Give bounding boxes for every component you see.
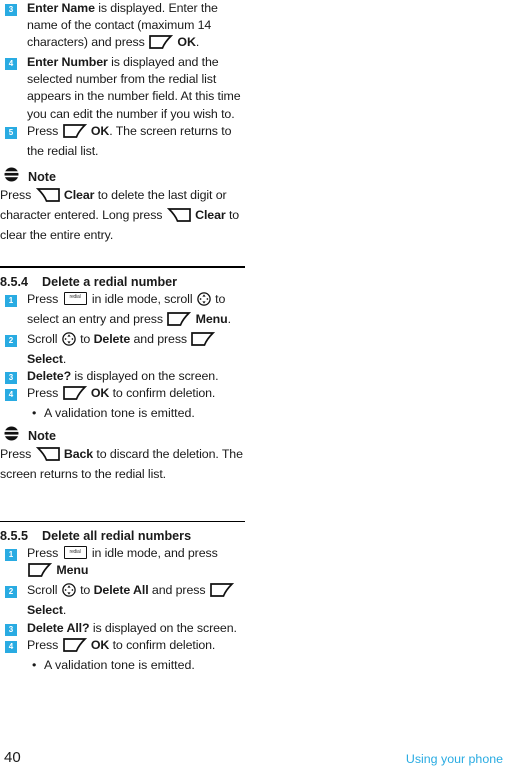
left-softkey-icon (28, 563, 53, 582)
section-855-steps: 1 Press redial in idle mode, and press Me… (0, 545, 248, 657)
redial-key-icon: redial (63, 546, 87, 560)
note-header: Note (4, 167, 248, 187)
left-softkey-icon (62, 123, 87, 143)
section-number: 8.5.4 (0, 274, 29, 289)
section-title: Delete a redial number (42, 274, 178, 289)
section-8-5-4: 8.5.4 Delete a redial number 1 Press redi… (0, 266, 248, 422)
step-text: Press OK. The screen returns to the redi… (27, 123, 232, 158)
step-number-badge: 3 (5, 623, 17, 636)
right-softkey-icon (35, 187, 60, 207)
scroll-navigation-icon (197, 291, 211, 311)
step-item: 3 Delete? is displayed on the screen. (0, 368, 248, 385)
step-text: Enter Number is displayed and the select… (27, 55, 241, 121)
right-softkey-icon (35, 447, 60, 466)
scroll-navigation-icon (61, 583, 76, 602)
section-heading: 8.5.5 Delete all redial numbers (0, 529, 248, 543)
redial-key-icon: redial (63, 291, 87, 305)
section-title: Delete all redial numbers (42, 529, 192, 544)
step-text: Scroll to Delete All and press Select. (27, 582, 241, 619)
step-number-badge: 2 (5, 334, 17, 347)
step-number-badge: 2 (5, 586, 17, 599)
step-text: Scroll to Delete and press Select. (27, 331, 241, 368)
content-column: 3 Enter Name is displayed. Enter the name… (0, 0, 248, 674)
scroll-navigation-icon (61, 332, 76, 351)
section-divider (0, 266, 245, 268)
step-item: 3 Enter Name is displayed. Enter the name… (0, 0, 248, 54)
left-softkey-icon (191, 332, 216, 351)
bullet-dot: • (32, 406, 37, 421)
step-number-badge: 5 (5, 126, 17, 139)
note-body: Press Clear to delete the last digit or … (0, 187, 240, 243)
step-text: Press OK to confirm deletion. (27, 385, 241, 405)
step-number-badge: 4 (5, 58, 17, 71)
bullet-item: • A validation tone is emitted. (32, 405, 244, 422)
left-softkey-icon (209, 583, 234, 602)
section-8-5-5: 8.5.5 Delete all redial numbers 1 Press r… (0, 520, 248, 674)
step-item: 4 Press OK to confirm deletion. (0, 637, 248, 657)
step-item: 4 Press OK to confirm deletion. (0, 385, 248, 405)
step-text: Press redial in idle mode, and press Men… (27, 545, 241, 582)
page-number: 40 (4, 749, 21, 766)
section-heading: 8.5.4 Delete a redial number (0, 275, 248, 289)
step-number-badge: 3 (5, 372, 17, 385)
step-text: Press redial in idle mode, scroll to sel… (27, 291, 241, 331)
footer-section-title: Using your phone (405, 752, 503, 766)
left-softkey-icon (167, 311, 192, 331)
note-header: Note (4, 426, 248, 446)
manual-page: 3 Enter Name is displayed. Enter the name… (0, 0, 509, 775)
section-number: 8.5.5 (0, 529, 29, 544)
note-label: Note (28, 429, 56, 444)
note-icon (4, 426, 19, 446)
bullet-text: A validation tone is emitted. (44, 406, 195, 421)
left-softkey-icon (62, 637, 87, 657)
step-item: 1 Press redial in idle mode, and press Me… (0, 545, 248, 582)
step-item: 3 Delete All? is displayed on the screen. (0, 620, 248, 637)
right-softkey-icon (166, 208, 191, 227)
section-854-steps: 1 Press redial in idle mode, scroll to se… (0, 291, 248, 406)
step-item: 5 Press OK. The screen returns to the red… (0, 123, 248, 160)
step-text: Delete All? is displayed on the screen. (27, 620, 237, 635)
page-footer: 40 Using your phone (0, 749, 509, 769)
step-number-badge: 1 (5, 294, 17, 307)
top-steps-list: 3 Enter Name is displayed. Enter the name… (0, 0, 248, 160)
step-item: 2 Scroll to Delete All and press Select. (0, 582, 248, 619)
note-label: Note (28, 169, 56, 184)
step-number-badge: 4 (5, 640, 17, 653)
step-text: Press OK to confirm deletion. (27, 637, 241, 657)
step-item: 1 Press redial in idle mode, scroll to se… (0, 291, 248, 331)
step-number-badge: 3 (5, 4, 17, 16)
left-softkey-icon (62, 386, 87, 405)
section-divider (0, 520, 245, 523)
note-icon (4, 167, 19, 187)
bullet-item: • A validation tone is emitted. (32, 657, 244, 674)
bullet-text: A validation tone is emitted. (44, 657, 195, 672)
note-block-2: Note Press Back to discard the deletion.… (0, 426, 248, 483)
step-number-badge: 1 (5, 549, 17, 562)
step-text: Enter Name is displayed. Enter the name … (27, 0, 241, 54)
step-number-badge: 4 (5, 389, 17, 402)
bullet-dot: • (32, 657, 37, 672)
left-softkey-icon (149, 35, 174, 54)
step-item: 2 Scroll to Delete and press Select. (0, 331, 248, 368)
step-text: Delete? is displayed on the screen. (27, 369, 219, 384)
note-block-1: Note Press Clear to delete the last digi… (0, 167, 248, 244)
step-item: 4 Enter Number is displayed and the selec… (0, 54, 248, 122)
note-body: Press Back to discard the deletion. The … (0, 447, 243, 482)
